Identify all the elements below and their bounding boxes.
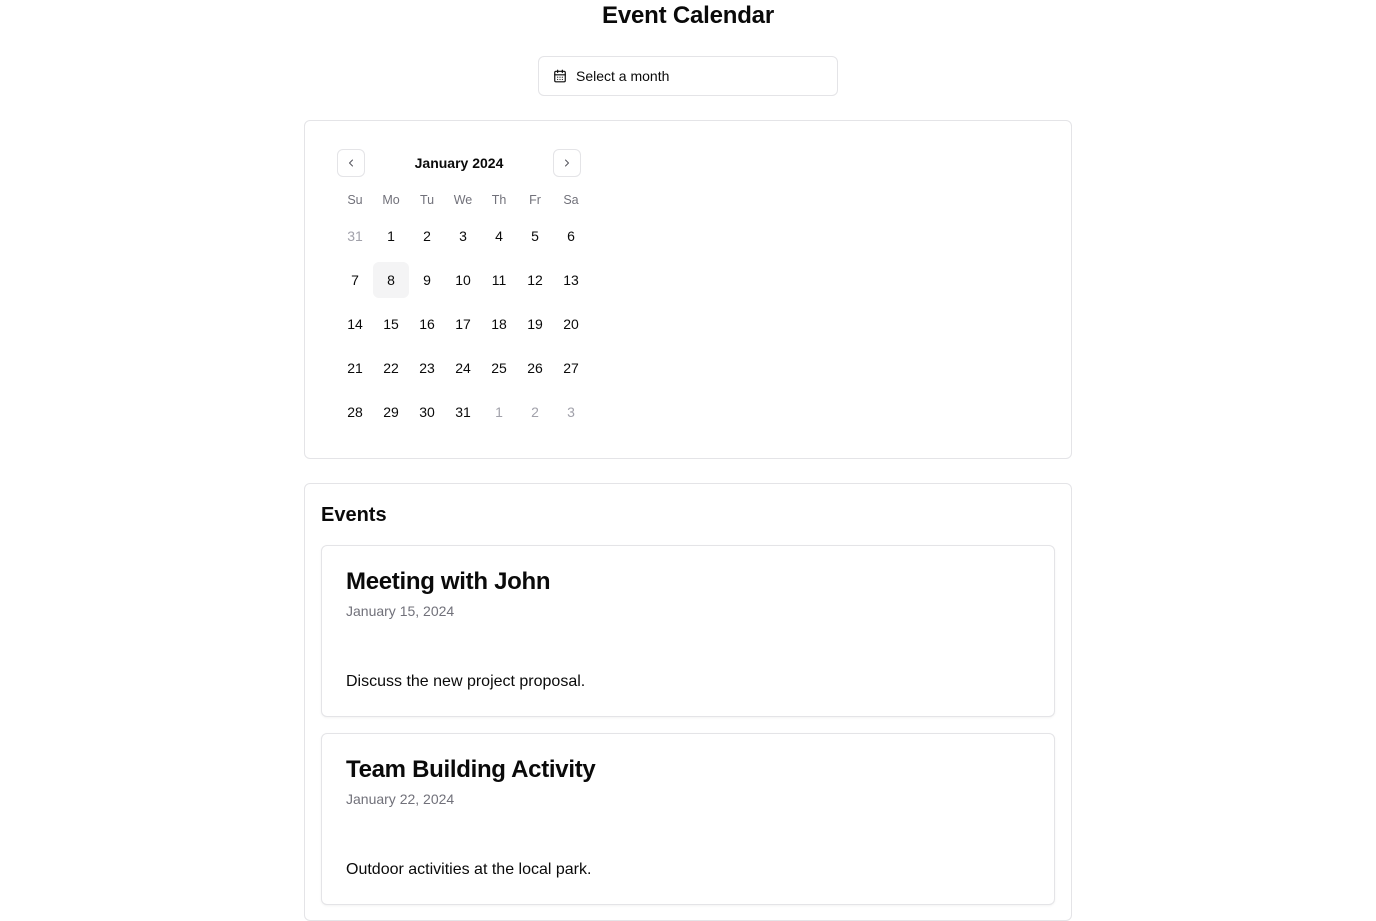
calendar-day[interactable]: 18 (481, 306, 517, 342)
calendar-day[interactable]: 24 (445, 350, 481, 386)
calendar-day-outside[interactable]: 2 (517, 394, 553, 430)
event-card[interactable]: Meeting with John January 15, 2024 Discu… (321, 545, 1055, 717)
weekday-label: Sa (563, 193, 579, 207)
calendar-day[interactable]: 15 (373, 306, 409, 342)
calendar-day[interactable]: 23 (409, 350, 445, 386)
page-title: Event Calendar (602, 2, 774, 29)
calendar-day[interactable]: 16 (409, 306, 445, 342)
event-title: Meeting with John (346, 568, 551, 595)
calendar-day[interactable]: 6 (553, 218, 589, 254)
chevron-right-icon (561, 157, 573, 169)
month-picker-label: Select a month (576, 68, 670, 84)
calendar-day[interactable]: 25 (481, 350, 517, 386)
weekday-label: Su (347, 193, 363, 207)
calendar-header: January 2024 (337, 149, 582, 177)
weekday-header-row: Su Mo Tu We Th Fr Sa (337, 191, 589, 209)
calendar-day[interactable]: 28 (337, 394, 373, 430)
weekday-label: Tu (419, 193, 435, 207)
calendar-days-grid: 31 1 2 3 4 5 6 7 8 9 10 11 12 13 14 15 16 17 18 19 20 21 22 23 2… (337, 218, 589, 430)
event-card[interactable]: Team Building Activity January 22, 2024 … (321, 733, 1055, 905)
previous-month-button[interactable] (337, 149, 365, 177)
events-heading: Events (321, 504, 387, 526)
calendar-day-outside[interactable]: 31 (337, 218, 373, 254)
calendar-day[interactable]: 27 (553, 350, 589, 386)
calendar-icon (553, 69, 567, 83)
event-title: Team Building Activity (346, 756, 596, 783)
calendar-day-outside[interactable]: 3 (553, 394, 589, 430)
weekday-label: Th (491, 193, 507, 207)
calendar-day[interactable]: 4 (481, 218, 517, 254)
calendar-day[interactable]: 12 (517, 262, 553, 298)
weekday-label: Mo (382, 193, 400, 207)
event-description: Outdoor activities at the local park. (346, 861, 592, 878)
calendar-day[interactable]: 10 (445, 262, 481, 298)
next-month-button[interactable] (553, 149, 581, 177)
calendar-day-today[interactable]: 8 (373, 262, 409, 298)
calendar-day[interactable]: 7 (337, 262, 373, 298)
events-panel: Events Meeting with John January 15, 202… (304, 483, 1072, 921)
calendar-day[interactable]: 3 (445, 218, 481, 254)
calendar-day[interactable]: 9 (409, 262, 445, 298)
calendar-day[interactable]: 2 (409, 218, 445, 254)
event-date: January 15, 2024 (346, 603, 455, 619)
month-picker-button[interactable]: Select a month (538, 56, 838, 96)
calendar-day[interactable]: 19 (517, 306, 553, 342)
calendar-caption: January 2024 (414, 155, 504, 171)
calendar-day[interactable]: 11 (481, 262, 517, 298)
calendar-day[interactable]: 29 (373, 394, 409, 430)
calendar-day[interactable]: 20 (553, 306, 589, 342)
weekday-label: Fr (529, 193, 541, 207)
weekday-label: We (453, 193, 473, 207)
calendar-day[interactable]: 13 (553, 262, 589, 298)
chevron-left-icon (345, 157, 357, 169)
calendar-day[interactable]: 31 (445, 394, 481, 430)
calendar-day[interactable]: 21 (337, 350, 373, 386)
calendar-card: January 2024 Su Mo Tu We Th Fr Sa 31 1 2 3 4… (304, 120, 1072, 459)
calendar-day[interactable]: 30 (409, 394, 445, 430)
calendar-day[interactable]: 1 (373, 218, 409, 254)
calendar-day[interactable]: 14 (337, 306, 373, 342)
event-description: Discuss the new project proposal. (346, 673, 586, 690)
calendar-day[interactable]: 17 (445, 306, 481, 342)
calendar-day[interactable]: 5 (517, 218, 553, 254)
event-date: January 22, 2024 (346, 791, 455, 807)
calendar-day-outside[interactable]: 1 (481, 394, 517, 430)
calendar-day[interactable]: 26 (517, 350, 553, 386)
calendar-day[interactable]: 22 (373, 350, 409, 386)
